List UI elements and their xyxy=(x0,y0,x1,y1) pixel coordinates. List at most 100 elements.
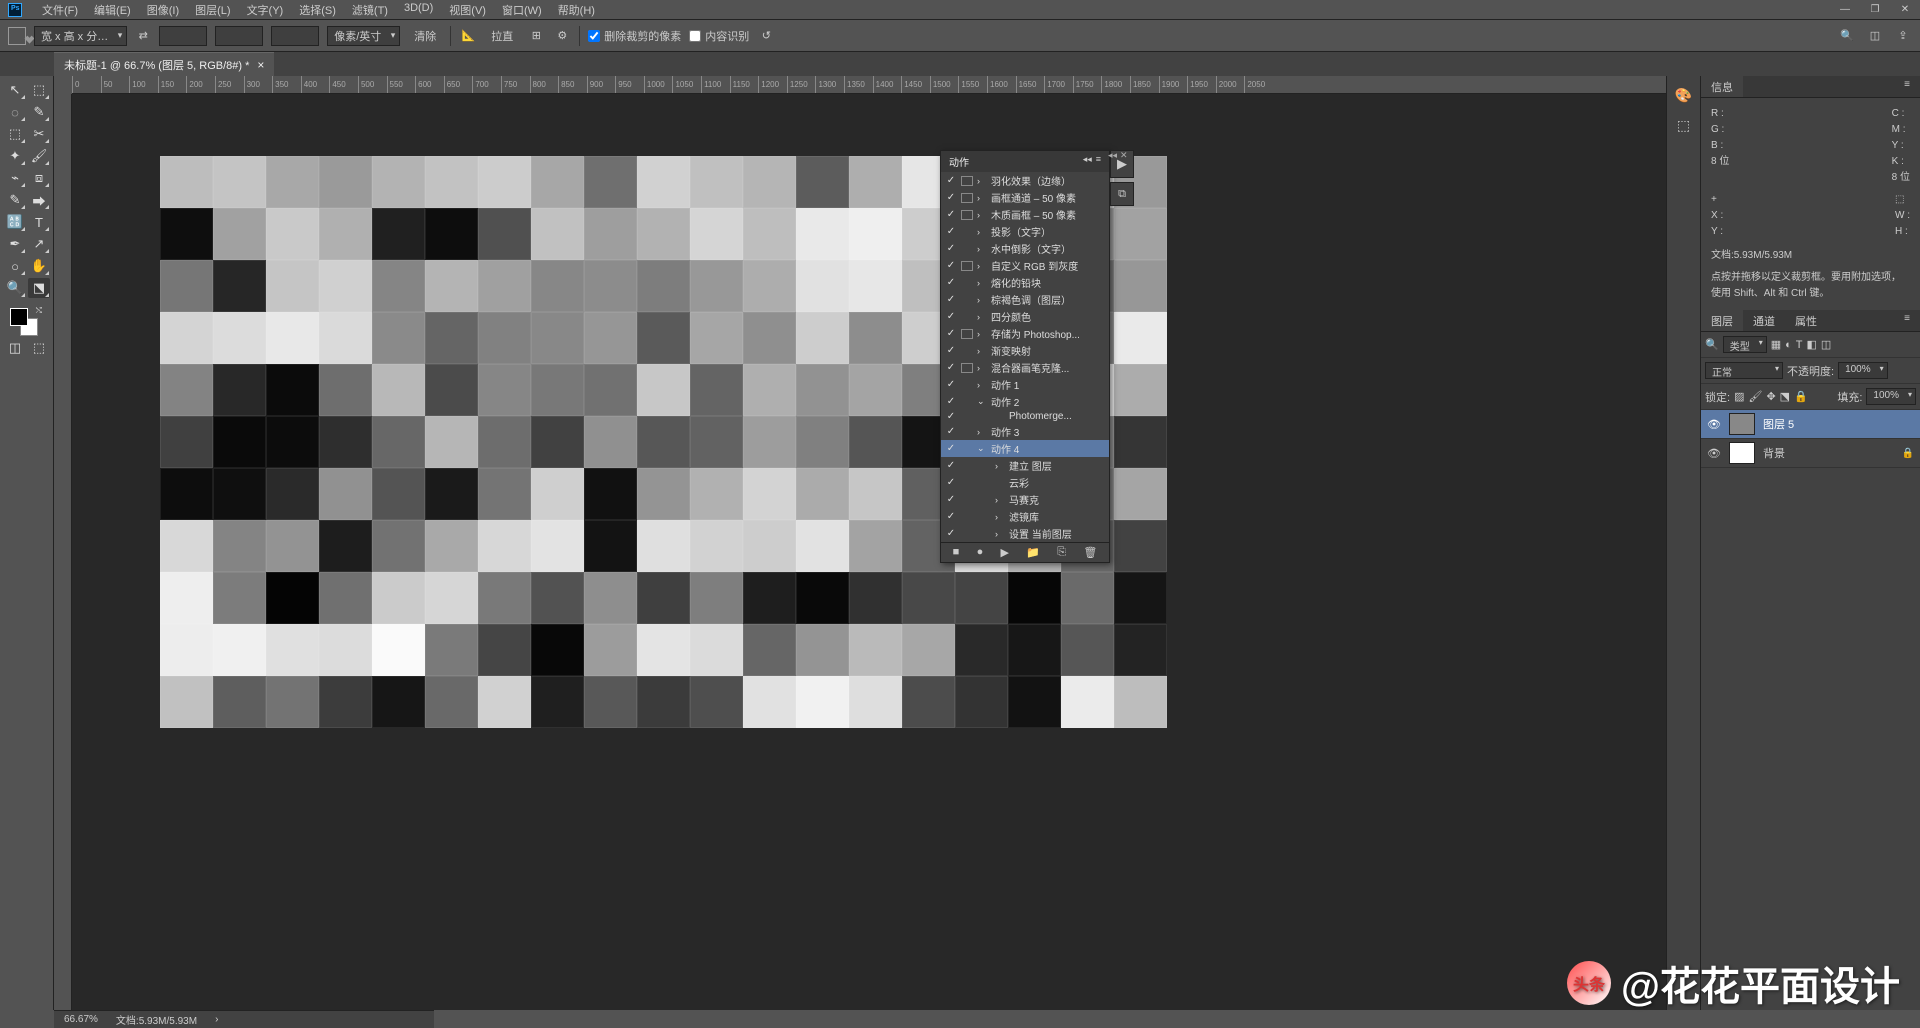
swap-colors-icon[interactable]: ⤭ xyxy=(36,306,42,316)
crop-options-gear-icon[interactable]: ⚙ xyxy=(553,27,571,45)
straighten-button[interactable]: 拉直 xyxy=(485,26,519,46)
screenmode-icon[interactable]: ⬚ xyxy=(28,338,50,358)
action-item[interactable]: ✓⌄动作 2 xyxy=(941,393,1109,410)
action-item[interactable]: ✓›滤镜库 xyxy=(941,508,1109,525)
tab-channels[interactable]: 通道 xyxy=(1743,310,1785,331)
tool-17[interactable]: ✋ xyxy=(28,256,50,276)
actions-menu-icon[interactable]: ≡ xyxy=(1096,154,1101,169)
close-button[interactable]: ✕ xyxy=(1890,0,1920,20)
action-item[interactable]: ✓›建立 图层 xyxy=(941,457,1109,474)
canvas-area[interactable]: 0501001502002503003504004505005506006507… xyxy=(54,76,1666,1010)
action-item[interactable]: ✓ Photomerge... xyxy=(941,410,1109,423)
action-item[interactable]: ✓›设置 当前图层 xyxy=(941,525,1109,542)
menu-文件(F)[interactable]: 文件(F) xyxy=(34,0,86,20)
tab-info[interactable]: 信息 xyxy=(1701,76,1743,97)
action-item[interactable]: ✓›棕褐色调（图层） xyxy=(941,291,1109,308)
share-icon[interactable]: ⇪ xyxy=(1894,27,1912,45)
status-arrow-icon[interactable]: › xyxy=(215,1014,218,1025)
menu-编辑(E)[interactable]: 编辑(E) xyxy=(86,0,139,20)
menu-视图(V)[interactable]: 视图(V) xyxy=(441,0,494,20)
tool-8[interactable]: ⌁ xyxy=(4,168,26,188)
actions-panel-title[interactable]: 动作 xyxy=(949,154,969,169)
tool-9[interactable]: ⧈ xyxy=(28,168,50,188)
layer-visibility-icon[interactable]: 👁 xyxy=(1707,447,1721,460)
tool-2[interactable]: ◌ xyxy=(4,102,26,122)
tool-1[interactable]: ⬚ xyxy=(28,80,50,100)
reset-icon[interactable]: ↺ xyxy=(757,27,775,45)
search-icon[interactable]: 🔍 xyxy=(1838,27,1856,45)
tab-properties[interactable]: 属性 xyxy=(1785,310,1827,331)
menu-3D(D)[interactable]: 3D(D) xyxy=(396,0,441,20)
swap-dimensions-icon[interactable]: ⇄ xyxy=(135,28,151,44)
filter-smart-icon[interactable]: ◫ xyxy=(1821,338,1831,351)
maximize-button[interactable]: ❐ xyxy=(1860,0,1890,20)
tool-14[interactable]: ✒ xyxy=(4,234,26,254)
actions-foot-button[interactable]: ● xyxy=(977,546,984,559)
action-item[interactable]: ✓›渐变映射 xyxy=(941,342,1109,359)
layer-item[interactable]: 👁图层 5 xyxy=(1701,410,1920,439)
menu-窗口(W)[interactable]: 窗口(W) xyxy=(494,0,550,20)
color-picker-icon[interactable]: 🎨 xyxy=(1673,86,1695,104)
layer-thumbnail[interactable] xyxy=(1729,442,1755,464)
action-item[interactable]: ✓›存储为 Photoshop... xyxy=(941,325,1109,342)
actions-foot-button[interactable]: ■ xyxy=(953,546,960,559)
tool-19[interactable]: ⬔ xyxy=(28,278,50,298)
action-item[interactable]: ✓›四分颜色 xyxy=(941,308,1109,325)
crop-tool-preset-icon[interactable] xyxy=(8,27,26,45)
filter-type-icon[interactable]: T xyxy=(1796,339,1803,351)
lock-position-icon[interactable]: ✥ xyxy=(1766,390,1775,403)
menu-文字(Y)[interactable]: 文字(Y) xyxy=(239,0,292,20)
lock-all-icon[interactable]: 🔒 xyxy=(1794,390,1808,403)
opacity-input[interactable]: 100% xyxy=(1838,362,1888,379)
lock-artboard-icon[interactable]: ⬔ xyxy=(1780,390,1790,403)
menu-图层(L)[interactable]: 图层(L) xyxy=(187,0,238,20)
menu-帮助(H)[interactable]: 帮助(H) xyxy=(550,0,603,20)
filter-pixel-icon[interactable]: ▦ xyxy=(1771,338,1781,351)
document-tab-close-icon[interactable]: × xyxy=(257,58,264,72)
crop-height-input[interactable] xyxy=(215,26,263,46)
layer-item[interactable]: 👁背景🔒 xyxy=(1701,439,1920,468)
action-item[interactable]: ✓›混合器画笔克隆... xyxy=(941,359,1109,376)
actions-collapse-icon[interactable]: ◂◂ xyxy=(1083,154,1092,169)
clear-button[interactable]: 清除 xyxy=(408,26,442,46)
tool-4[interactable]: ⬚ xyxy=(4,124,26,144)
layer-thumbnail[interactable] xyxy=(1729,413,1755,435)
history-panel-icon[interactable]: ⧉ xyxy=(1110,182,1134,206)
action-item[interactable]: ✓›动作 3 xyxy=(941,423,1109,440)
tool-5[interactable]: ✂ xyxy=(28,124,50,144)
layer-filter-dropdown[interactable]: 类型 xyxy=(1723,336,1767,353)
tool-12[interactable]: 🔠 xyxy=(4,212,26,232)
actions-foot-button[interactable]: ▶ xyxy=(1001,546,1009,559)
filter-shape-icon[interactable]: ◧ xyxy=(1807,338,1817,351)
actions-foot-button[interactable]: 🗑 xyxy=(1083,546,1097,559)
foreground-color[interactable] xyxy=(10,308,28,326)
menu-图像(I)[interactable]: 图像(I) xyxy=(139,0,187,20)
minimize-button[interactable]: — xyxy=(1830,0,1860,20)
tool-18[interactable]: 🔍 xyxy=(4,278,26,298)
swatches-icon[interactable]: ⬚ xyxy=(1673,116,1695,134)
crop-resolution-input[interactable] xyxy=(271,26,319,46)
tool-13[interactable]: T xyxy=(28,212,50,232)
action-item[interactable]: ✓⌄动作 4 xyxy=(941,440,1109,457)
blend-mode-dropdown[interactable]: 正常 xyxy=(1705,362,1783,379)
crop-width-input[interactable] xyxy=(159,26,207,46)
tool-0[interactable]: ↖ xyxy=(4,80,26,100)
menu-选择(S)[interactable]: 选择(S) xyxy=(291,0,344,20)
status-doc[interactable]: 文档:5.93M/5.93M xyxy=(116,1012,197,1027)
action-item[interactable]: ✓›熔化的铅块 xyxy=(941,274,1109,291)
straighten-icon[interactable]: 📐 xyxy=(459,27,477,45)
action-item[interactable]: ✓›自定义 RGB 到灰度 xyxy=(941,257,1109,274)
content-aware-checkbox[interactable]: 内容识别 xyxy=(689,28,749,44)
actions-foot-button[interactable]: ⎘ xyxy=(1057,546,1066,559)
action-item[interactable]: ✓›画框通道 – 50 像素 xyxy=(941,189,1109,206)
overlay-grid-icon[interactable]: ⊞ xyxy=(527,27,545,45)
action-item[interactable]: ✓云彩 xyxy=(941,474,1109,491)
delete-cropped-checkbox[interactable]: 删除裁剪的像素 xyxy=(588,28,681,44)
action-item[interactable]: ✓›动作 1 xyxy=(941,376,1109,393)
tool-15[interactable]: ↗ xyxy=(28,234,50,254)
filter-adjust-icon[interactable]: ◐ xyxy=(1785,339,1792,351)
panel-menu-icon[interactable]: ≡ xyxy=(1894,76,1920,97)
action-item[interactable]: ✓›马赛克 xyxy=(941,491,1109,508)
crop-ratio-dropdown[interactable]: 宽 x 高 x 分… xyxy=(34,26,127,46)
action-item[interactable]: ✓›投影（文字） xyxy=(941,223,1109,240)
